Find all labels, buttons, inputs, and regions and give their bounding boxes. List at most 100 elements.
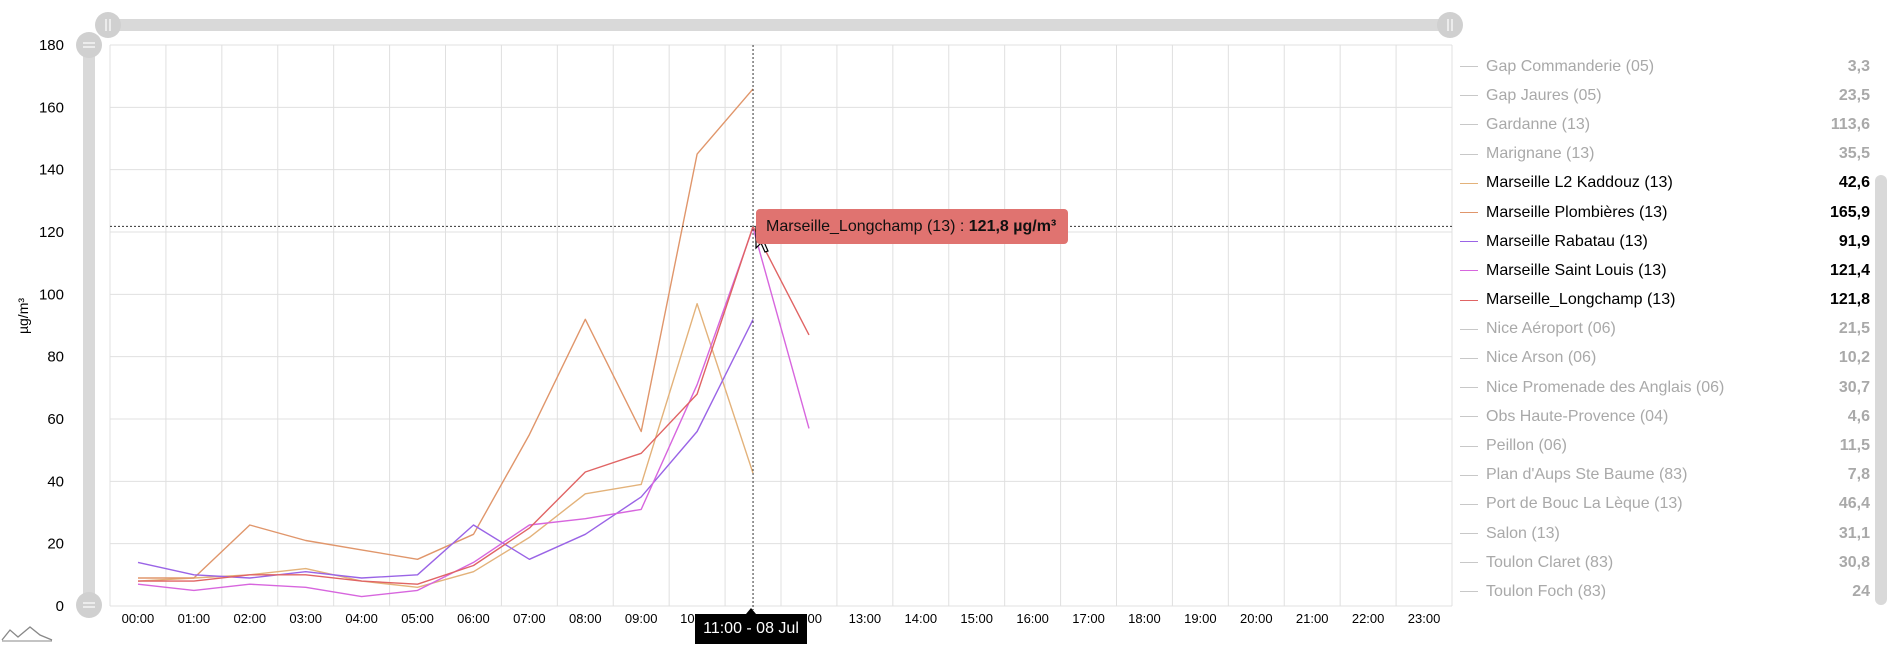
series-line-4[interactable] — [137, 226, 810, 598]
legend-item-label: Nice Aéroport (06) — [1486, 320, 1616, 338]
legend-item[interactable]: Marseille Saint Louis (13) 121,4 — [1460, 256, 1870, 285]
legend-swatch — [1460, 387, 1478, 389]
legend-swatch — [1460, 66, 1478, 68]
legend-item-value: 7,8 — [1847, 466, 1870, 484]
x-tick-label: 04:00 — [345, 611, 378, 626]
x-tick-label: 09:00 — [625, 611, 658, 626]
vertical-zoom-scrollbar[interactable] — [76, 32, 102, 618]
legend-item[interactable]: Gap Commanderie (05) 3,3 — [1460, 52, 1870, 81]
legend-item[interactable]: Marseille Rabatau (13) 91,9 — [1460, 227, 1870, 256]
legend-swatch — [1460, 591, 1478, 593]
x-tick-label: 10 — [680, 611, 694, 626]
y-tick-label: 0 — [56, 598, 64, 615]
legend-item-label: Port de Bouc La Lèque (13) — [1486, 495, 1683, 513]
series-tooltip: Marseille_Longchamp (13) : 121,8 µg/m³ — [756, 209, 1068, 244]
scrollbar-end-grip-icon[interactable] — [1437, 12, 1463, 38]
tooltip-value: 121,8 µg/m³ — [968, 217, 1057, 235]
legend-item-label: Marseille Rabatau (13) — [1486, 232, 1648, 250]
legend-item[interactable]: Port de Bouc La Lèque (13) 46,4 — [1460, 490, 1870, 519]
legend-item-value: 21,5 — [1838, 320, 1870, 338]
legend-item-label: Nice Promenade des Anglais (06) — [1486, 378, 1725, 396]
legend-swatch — [1460, 416, 1478, 418]
legend-swatch — [1460, 153, 1478, 155]
x-tick-label: 19:00 — [1184, 611, 1217, 626]
y-tick-label: 120 — [39, 224, 64, 241]
x-tick-label: 21:00 — [1296, 611, 1329, 626]
legend-item-value: 3,3 — [1847, 57, 1870, 75]
chart-legend: Gap Commanderie (05) 3,3 Gap Jaures (05) 23… — [1460, 52, 1870, 607]
legend-item-label: Plan d'Aups Ste Baume (83) — [1486, 466, 1688, 484]
legend-item-label: Marseille L2 Kaddouz (13) — [1486, 174, 1673, 192]
line-chart[interactable]: 0 20 40 60 80 100 120 140 160 180 00:00 01:00 02:00… — [0, 0, 1470, 646]
legend-item[interactable]: Nice Arson (06) 10,2 — [1460, 344, 1870, 373]
x-tick-label: 22:00 — [1352, 611, 1385, 626]
legend-item[interactable]: Salon (13) 31,1 — [1460, 519, 1870, 548]
legend-item-value: 23,5 — [1838, 86, 1870, 104]
tooltip-series-name: Marseille_Longchamp (13) : — [766, 217, 965, 235]
legend-item[interactable]: Marseille Plombières (13) 165,9 — [1460, 198, 1870, 227]
legend-item[interactable]: Gap Jaures (05) 23,5 — [1460, 81, 1870, 110]
legend-swatch — [1460, 474, 1478, 476]
scrollbar-start-grip-icon[interactable] — [95, 12, 121, 38]
legend-swatch — [1460, 212, 1478, 214]
legend-swatch — [1460, 562, 1478, 564]
legend-item[interactable]: Nice Promenade des Anglais (06) 30,7 — [1460, 373, 1870, 402]
legend-item-value: 165,9 — [1829, 203, 1870, 221]
y-tick-label: 60 — [47, 411, 64, 428]
legend-item[interactable]: Plan d'Aups Ste Baume (83) 7,8 — [1460, 461, 1870, 490]
x-tick-label: 20:00 — [1240, 611, 1273, 626]
legend-swatch — [1460, 182, 1478, 184]
horizontal-zoom-scrollbar[interactable] — [95, 12, 1463, 38]
legend-item[interactable]: Toulon Claret (83) 30,8 — [1460, 548, 1870, 577]
y-axis-label: µg/m³ — [15, 298, 31, 334]
legend-swatch — [1460, 241, 1478, 243]
x-tick-label: 23:00 — [1408, 611, 1441, 626]
mountain-line-icon[interactable] — [1, 626, 53, 641]
legend-item-value: 35,5 — [1838, 145, 1870, 163]
x-tick-label: 02:00 — [234, 611, 267, 626]
legend-item[interactable]: Gardanne (13) 113,6 — [1460, 110, 1870, 139]
legend-item-label: Toulon Claret (83) — [1486, 553, 1614, 571]
x-tick-label: 00 — [807, 611, 821, 626]
scrollbar-bottom-grip-icon[interactable] — [76, 592, 102, 618]
legend-item[interactable]: Marseille L2 Kaddouz (13) 42,6 — [1460, 169, 1870, 198]
x-tick-label: 07:00 — [513, 611, 546, 626]
legend-swatch — [1460, 299, 1478, 301]
legend-item-value: 91,9 — [1838, 232, 1870, 250]
legend-item-label: Marseille Plombières (13) — [1486, 203, 1668, 221]
legend-item[interactable]: Obs Haute-Provence (04) 4,6 — [1460, 402, 1870, 431]
legend-swatch — [1460, 124, 1478, 126]
legend-item[interactable]: Nice Aéroport (06) 21,5 — [1460, 315, 1870, 344]
legend-item-value: 30,7 — [1838, 378, 1870, 396]
legend-item-label: Gap Commanderie (05) — [1486, 57, 1655, 75]
legend-swatch — [1460, 95, 1478, 97]
x-tick-label: 16:00 — [1016, 611, 1049, 626]
legend-swatch — [1460, 270, 1478, 272]
legend-item-value: 42,6 — [1838, 174, 1870, 192]
y-axis-ticks: 0 20 40 60 80 100 120 140 160 180 — [39, 37, 64, 615]
legend-item-label: Toulon Foch (83) — [1486, 582, 1607, 600]
legend-item[interactable]: Peillon (06) 11,5 — [1460, 431, 1870, 460]
x-cursor-label: 11:00 - 08 Jul — [695, 614, 807, 644]
y-tick-label: 160 — [39, 99, 64, 116]
x-tick-label: 00:00 — [122, 611, 155, 626]
x-tick-label: 05:00 — [401, 611, 434, 626]
legend-scrollbar[interactable] — [1875, 175, 1887, 605]
x-tick-label: 18:00 — [1128, 611, 1161, 626]
legend-item[interactable]: Marseille_Longchamp (13) 121,8 — [1460, 286, 1870, 315]
legend-item-label: Peillon (06) — [1486, 437, 1567, 455]
legend-item[interactable]: Marignane (13) 35,5 — [1460, 140, 1870, 169]
x-tick-label: 08:00 — [569, 611, 602, 626]
legend-item[interactable]: Toulon Foch (83) 24 — [1460, 577, 1870, 606]
y-tick-label: 80 — [47, 349, 64, 366]
legend-item-label: Marignane (13) — [1486, 145, 1595, 163]
scrollbar-top-grip-icon[interactable] — [76, 32, 102, 58]
x-tick-label: 01:00 — [178, 611, 211, 626]
x-tick-label: 06:00 — [457, 611, 490, 626]
series-line-5[interactable] — [138, 225, 810, 585]
x-tick-label: 17:00 — [1072, 611, 1105, 626]
x-tick-label: 14:00 — [905, 611, 938, 626]
y-tick-label: 180 — [39, 37, 64, 54]
legend-item-label: Marseille Saint Louis (13) — [1486, 261, 1667, 279]
x-tick-label: 03:00 — [289, 611, 322, 626]
